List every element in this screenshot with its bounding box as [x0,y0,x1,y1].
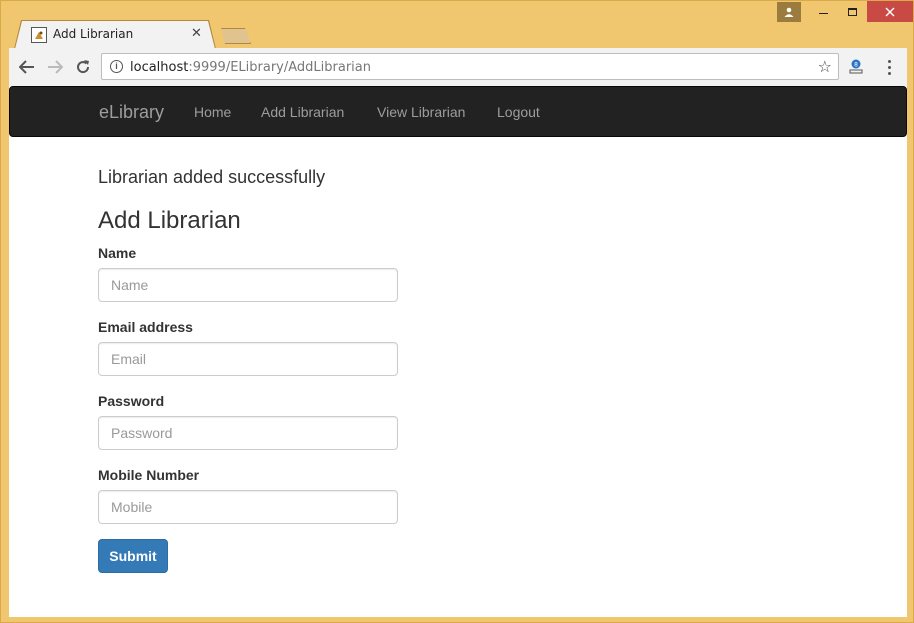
password-label: Password [98,393,165,409]
name-label: Name [98,245,137,261]
new-tab-button[interactable] [221,28,251,44]
password-input[interactable] [98,416,398,450]
extension-icon[interactable]: 8 [847,58,865,76]
minimize-icon [819,12,828,15]
favicon-icon [31,27,47,43]
url-text[interactable]: localhost:9999/ELibrary/AddLibrarian [130,60,371,75]
email-input[interactable] [98,342,398,376]
nav-link-logout[interactable]: Logout [497,104,540,120]
mobile-input[interactable] [98,490,398,524]
maximize-icon [848,7,857,16]
window-controls [809,1,913,23]
url-path: :9999/ELibrary/AddLibrarian [188,60,372,75]
name-input[interactable] [98,268,398,302]
close-icon [885,7,895,16]
user-profile-icon[interactable] [777,2,801,22]
navbar-brand[interactable]: eLibrary [99,102,164,123]
top-navbar: eLibrary Home Add Librarian View Librari… [9,86,907,137]
url-host: localhost [130,60,189,75]
minimize-button[interactable] [809,1,838,22]
email-label: Email address [98,319,193,335]
tab-close-icon[interactable]: ✕ [191,26,202,41]
nav-link-add-librarian[interactable]: Add Librarian [261,104,344,120]
success-message: Librarian added successfully [98,167,326,187]
info-icon[interactable]: i [110,60,123,73]
form-title: Add Librarian [98,207,241,234]
nav-link-home[interactable]: Home [194,104,231,120]
page-content: eLibrary Home Add Librarian View Librari… [9,86,907,617]
forward-arrow-icon[interactable] [45,58,65,76]
submit-button[interactable]: Submit [98,539,168,573]
browser-window: Add Librarian ✕ i localhost:9999/ELibrar… [0,0,914,623]
tab-title: Add Librarian [53,27,134,41]
svg-text:8: 8 [854,62,858,69]
reload-icon[interactable] [73,58,93,76]
back-arrow-icon[interactable] [17,58,37,76]
mobile-label: Mobile Number [98,467,200,483]
address-bar[interactable]: i localhost:9999/ELibrary/AddLibrarian ☆ [101,53,839,80]
browser-menu-icon[interactable] [881,58,897,76]
bookmark-star-icon[interactable]: ☆ [818,57,832,77]
nav-link-view-librarian[interactable]: View Librarian [377,104,465,120]
close-window-button[interactable] [867,1,913,22]
maximize-button[interactable] [838,1,867,22]
